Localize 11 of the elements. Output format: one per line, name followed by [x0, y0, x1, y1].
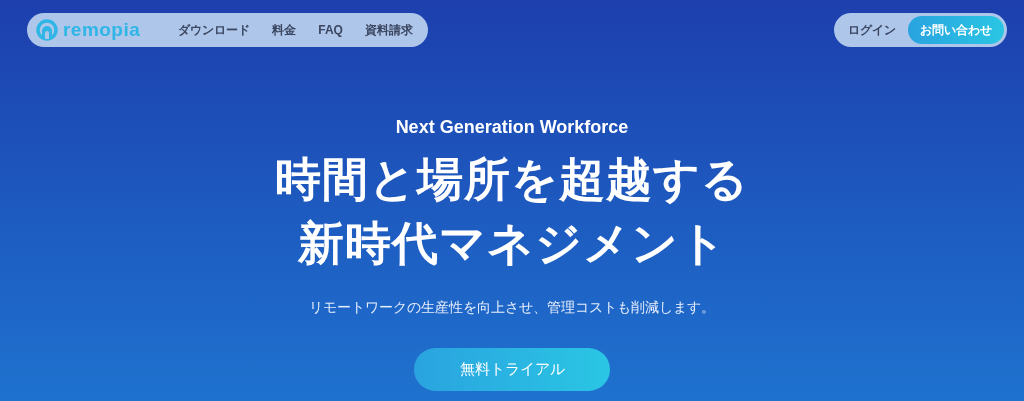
eyebrow-text: Next Generation Workforce [395, 116, 629, 139]
nav-link[interactable]: ダウンロード [178, 21, 251, 39]
nav-link[interactable]: FAQ [318, 21, 343, 39]
nav-link[interactable]: 資料請求 [364, 21, 413, 39]
headline: 新時代マネジメント [297, 216, 727, 271]
logo-icon [36, 19, 58, 41]
logo-text: remopia [63, 17, 141, 42]
login-link[interactable]: ログイン [848, 21, 896, 39]
nav-link[interactable]: 料金 [272, 21, 297, 39]
headline: 時間と場所を超越する [275, 152, 749, 207]
subtitle-text: リモートワークの生産性を向上させ、管理コストも削減します。 [309, 298, 715, 317]
